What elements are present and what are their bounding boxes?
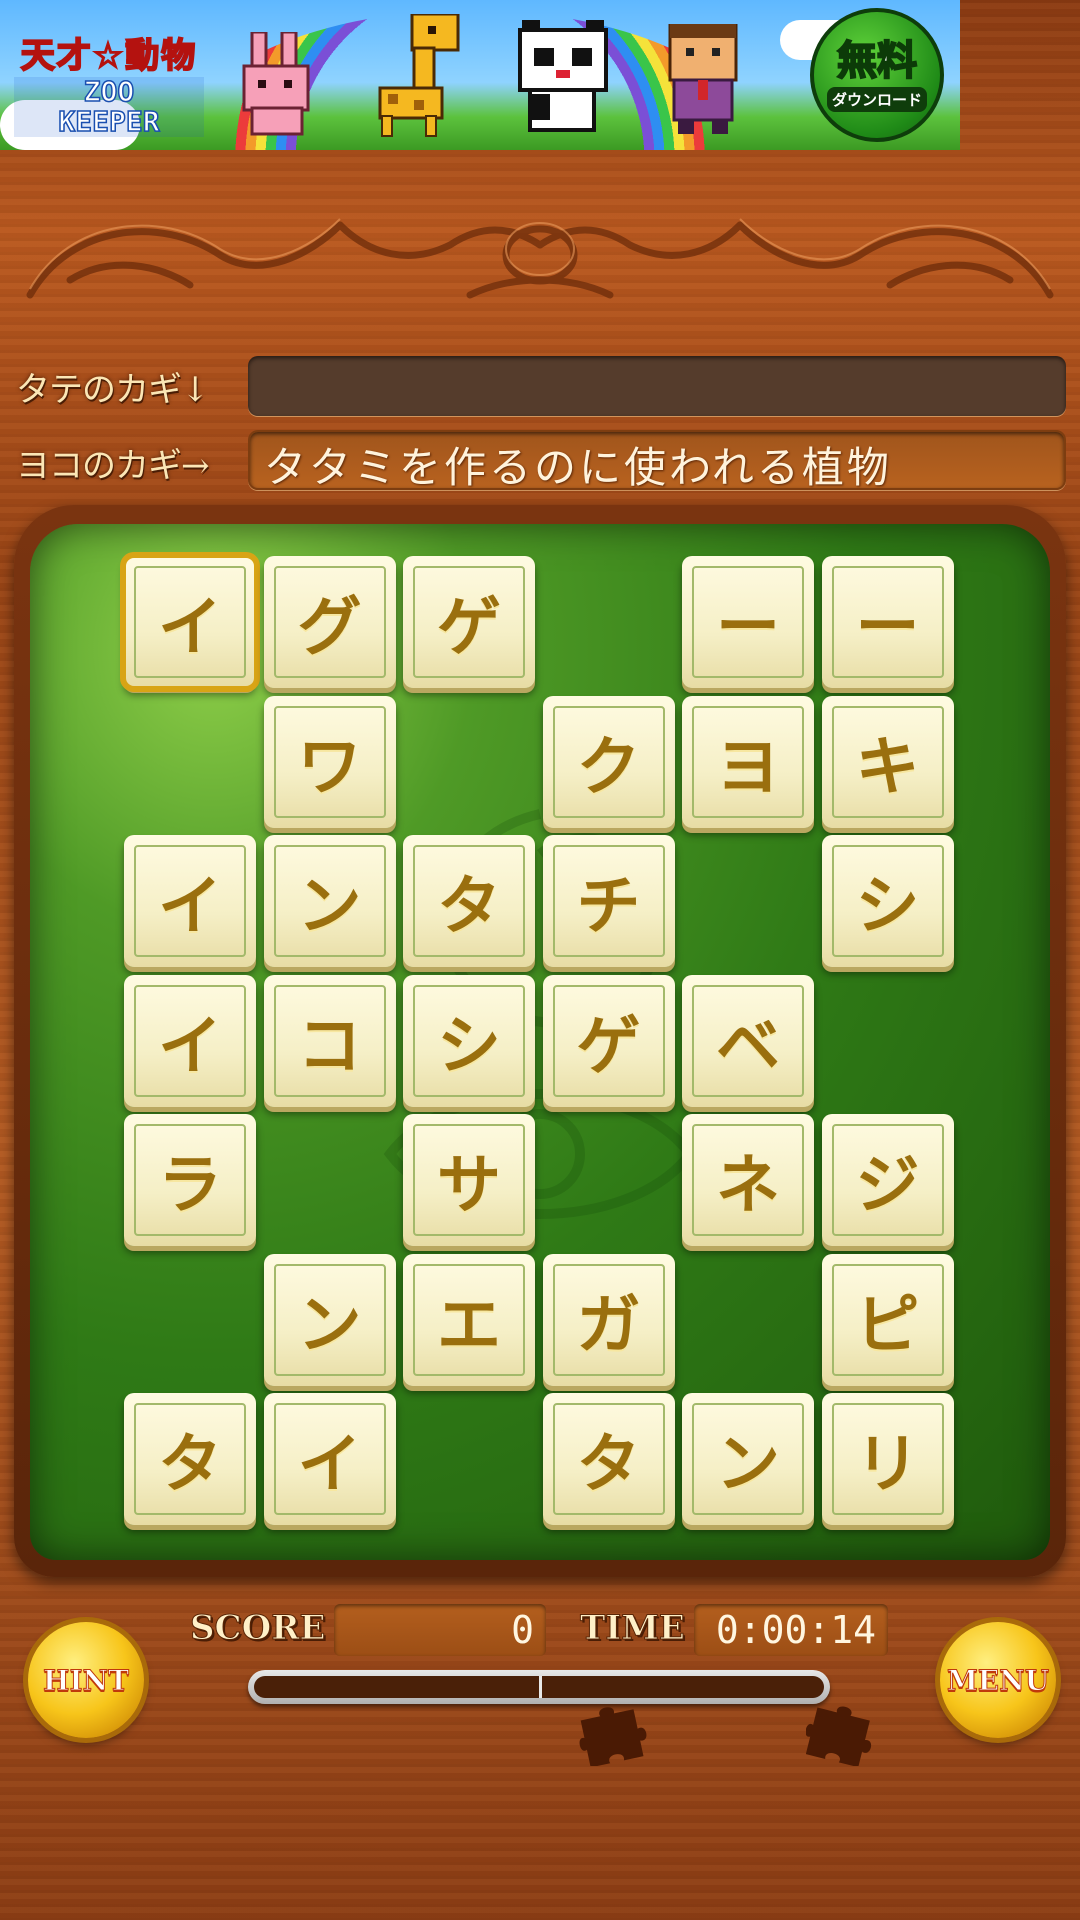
tile-letter: エ [437, 1288, 501, 1363]
letter-tile[interactable]: シ [403, 974, 535, 1107]
letter-tile[interactable]: イ [263, 1393, 396, 1525]
time-label: TIME [580, 1608, 686, 1649]
panda-icon [518, 20, 608, 132]
tile-letter: イ [297, 1428, 362, 1502]
letter-tile[interactable]: イ [120, 552, 260, 692]
tile-letter: ゲ [576, 1009, 641, 1084]
letter-tile[interactable]: コ [263, 974, 396, 1107]
letter-tile[interactable]: キ [821, 695, 954, 828]
puzzle-piece-icon [806, 1706, 872, 1766]
tile-letter: イ [158, 870, 222, 944]
free-download-badge[interactable]: 無料 ダウンロード [810, 8, 944, 142]
letter-tile[interactable]: イ [124, 835, 256, 967]
progress-track [254, 1676, 824, 1698]
tile-letter: チ [576, 870, 641, 944]
tile-letter: シ [437, 1009, 501, 1084]
letter-tile[interactable]: ン [263, 835, 396, 967]
letter-tile[interactable]: ラ [124, 1114, 256, 1246]
tile-letter: シ [855, 870, 920, 944]
letter-tile[interactable]: ネ [682, 1114, 814, 1246]
letter-tile[interactable]: ワ [263, 695, 396, 828]
progress-marker [539, 1676, 542, 1698]
tile-letter: ベ [716, 1009, 780, 1084]
letter-tile[interactable]: ン [682, 1393, 814, 1525]
letter-tile[interactable]: サ [403, 1114, 535, 1246]
horizontal-clue-text: タタミを作るのに使われる植物 [264, 443, 892, 492]
crossword-board: イグゲーーワクヨキインタチシイコシゲベラサネジンエガピタイタンリ [30, 524, 1050, 1560]
letter-tile[interactable]: グ [263, 556, 396, 688]
tile-letter: リ [855, 1428, 920, 1502]
letter-tile[interactable]: ク [542, 695, 675, 828]
letter-tile[interactable]: ー [682, 556, 814, 688]
tile-letter: ン [297, 1288, 362, 1363]
letter-tile[interactable]: タ [403, 835, 535, 967]
ad-banner[interactable]: 天才☆動物 ZOO KEEPER 無料 ダウンロード [0, 0, 960, 150]
tile-letter: タ [437, 870, 501, 944]
zookeeper-character-icon [668, 24, 738, 134]
tile-letter: ワ [297, 730, 362, 805]
tile-letter: ネ [716, 1149, 780, 1223]
time-progress-bar [248, 1670, 830, 1704]
tile-letter: ク [576, 730, 641, 805]
letter-tile[interactable]: チ [542, 835, 675, 967]
vertical-clue-box [248, 356, 1066, 416]
letter-tile[interactable]: イ [124, 974, 256, 1107]
letter-tile[interactable]: シ [821, 835, 954, 967]
letter-tile[interactable]: ガ [542, 1253, 675, 1386]
tile-letter: タ [158, 1428, 222, 1502]
letter-tile[interactable]: ン [263, 1253, 396, 1386]
tile-letter: キ [855, 730, 920, 805]
tile-letter: ピ [855, 1288, 920, 1363]
tile-letter: ジ [855, 1149, 920, 1223]
letter-tile[interactable]: タ [542, 1393, 675, 1525]
letter-tile[interactable]: ピ [821, 1253, 954, 1386]
tile-letter: イ [158, 591, 222, 665]
letter-tile[interactable]: ジ [821, 1114, 954, 1246]
tile-letter: ー [716, 591, 780, 665]
menu-button[interactable]: MENU [940, 1622, 1056, 1738]
carved-ornament [26, 218, 1054, 299]
tile-letter: グ [297, 591, 362, 665]
score-label: SCORE [189, 1608, 326, 1649]
giraffe-icon [378, 14, 460, 137]
zookeeper-logo: 天才☆動物 ZOO KEEPER [14, 28, 204, 137]
tile-letter: ン [297, 870, 362, 944]
letter-tile[interactable]: リ [821, 1393, 954, 1525]
letter-tile[interactable]: ヨ [682, 695, 814, 828]
time-value: 0:00:14 [694, 1604, 888, 1656]
tile-letter: イ [158, 1009, 222, 1084]
tile-letter: ラ [158, 1149, 222, 1223]
puzzle-piece-icon [579, 1707, 647, 1766]
letter-tile[interactable]: ベ [682, 974, 814, 1107]
rabbit-icon [242, 32, 310, 136]
hint-button[interactable]: HINT [28, 1622, 144, 1738]
vertical-clue-label: タテのカギ↓ [16, 370, 209, 410]
tile-letter: ヨ [716, 730, 780, 805]
letter-tile[interactable]: エ [403, 1253, 535, 1386]
horizontal-clue-box: タタミを作るのに使われる植物 [248, 430, 1066, 492]
tile-letter: ガ [576, 1288, 641, 1363]
score-value: 0 [334, 1604, 546, 1656]
tile-letter: サ [437, 1149, 501, 1223]
tile-letter: タ [576, 1428, 641, 1502]
letter-tile[interactable]: タ [124, 1393, 256, 1525]
tile-letter: ー [855, 591, 920, 665]
letter-tile[interactable]: ゲ [403, 556, 535, 688]
tile-letter: ゲ [437, 591, 501, 665]
tile-letter: コ [297, 1009, 362, 1084]
letter-tile[interactable]: ー [821, 556, 954, 688]
tile-letter: ン [716, 1428, 780, 1502]
horizontal-clue-label: ヨコのカギ→ [16, 446, 209, 486]
letter-tile[interactable]: ゲ [542, 974, 675, 1107]
